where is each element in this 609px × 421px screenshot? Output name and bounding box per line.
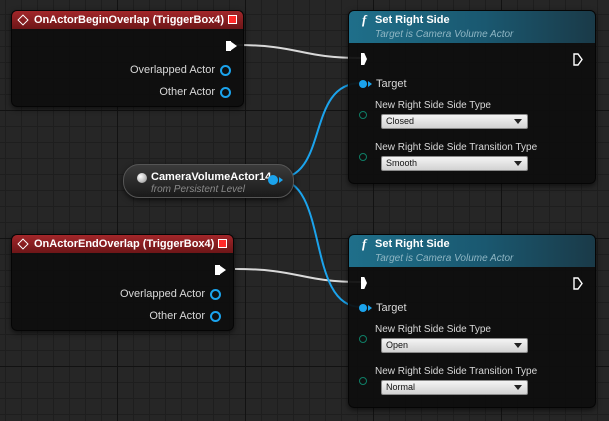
function-icon: f (362, 236, 367, 251)
exec-output-pin[interactable] (215, 265, 226, 275)
transition-type-pin[interactable] (359, 153, 367, 161)
function-icon: f (362, 12, 367, 27)
variable-node-camera-volume-actor[interactable]: CameraVolumeActor14 from Persistent Leve… (123, 164, 294, 198)
side-type-dropdown[interactable]: Closed (381, 114, 528, 129)
function-node-set-right-side-1[interactable]: f Set Right Side Target is Camera Volume… (348, 10, 596, 184)
exec-output-pin[interactable] (226, 41, 237, 51)
pin-label-other-actor: Other Actor (159, 86, 215, 98)
side-type-label: New Right Side Side Type (375, 324, 491, 335)
side-type-value: Open (386, 340, 409, 350)
exec-wire-end (234, 268, 362, 283)
pin-label-overlapped-actor: Overlapped Actor (130, 64, 215, 76)
overlapped-actor-pin[interactable] (220, 65, 231, 76)
function-title: Set Right Side (375, 238, 450, 250)
diamond-icon (17, 238, 29, 250)
chevron-down-icon (514, 385, 522, 390)
other-actor-pin[interactable] (220, 87, 231, 98)
transition-type-dropdown[interactable]: Normal (381, 380, 528, 395)
transition-type-value: Smooth (386, 158, 418, 168)
actor-reference-icon (137, 173, 147, 183)
function-header[interactable]: f Set Right Side Target is Camera Volume… (349, 235, 595, 267)
close-icon[interactable] (228, 15, 237, 24)
variable-subtitle: from Persistent Level (151, 184, 245, 195)
overlapped-actor-pin[interactable] (210, 289, 221, 300)
chevron-down-icon (514, 161, 522, 166)
function-subtitle: Target is Camera Volume Actor (375, 253, 514, 264)
target-label: Target (376, 302, 407, 314)
variable-output-pin[interactable] (268, 175, 283, 185)
close-icon[interactable] (218, 239, 227, 248)
other-actor-pin[interactable] (210, 311, 221, 322)
transition-type-label: New Right Side Side Transition Type (375, 142, 538, 153)
event-node-end-overlap[interactable]: OnActorEndOverlap (TriggerBox4) Overlapp… (11, 234, 234, 331)
event-node-begin-overlap[interactable]: OnActorBeginOverlap (TriggerBox4) Overla… (11, 10, 244, 107)
event-title: OnActorBeginOverlap (TriggerBox4) (34, 14, 225, 26)
function-node-set-right-side-2[interactable]: f Set Right Side Target is Camera Volume… (348, 234, 596, 408)
target-label: Target (376, 78, 407, 90)
exec-wire-begin (235, 44, 362, 59)
function-title: Set Right Side (375, 14, 450, 26)
event-title: OnActorEndOverlap (TriggerBox4) (34, 238, 215, 250)
exec-input-pin[interactable] (361, 277, 367, 289)
exec-output-pin[interactable] (573, 277, 583, 290)
exec-input-pin[interactable] (361, 53, 367, 65)
event-header[interactable]: OnActorEndOverlap (TriggerBox4) (12, 235, 233, 253)
variable-name: CameraVolumeActor14 (151, 171, 272, 183)
target-pin[interactable] (359, 80, 372, 88)
diamond-icon (17, 14, 29, 26)
chevron-down-icon (514, 343, 522, 348)
target-pin[interactable] (359, 304, 372, 312)
transition-type-label: New Right Side Side Transition Type (375, 366, 538, 377)
side-type-pin[interactable] (359, 335, 367, 343)
side-type-dropdown[interactable]: Open (381, 338, 528, 353)
side-type-value: Closed (386, 116, 415, 126)
side-type-label: New Right Side Side Type (375, 100, 491, 111)
transition-type-dropdown[interactable]: Smooth (381, 156, 528, 171)
transition-type-pin[interactable] (359, 377, 367, 385)
pin-label-overlapped-actor: Overlapped Actor (120, 288, 205, 300)
pin-label-other-actor: Other Actor (149, 310, 205, 322)
event-header[interactable]: OnActorBeginOverlap (TriggerBox4) (12, 11, 243, 29)
transition-type-value: Normal (386, 382, 416, 392)
side-type-pin[interactable] (359, 111, 367, 119)
function-header[interactable]: f Set Right Side Target is Camera Volume… (349, 11, 595, 43)
function-subtitle: Target is Camera Volume Actor (375, 29, 514, 40)
chevron-down-icon (514, 119, 522, 124)
exec-output-pin[interactable] (573, 53, 583, 66)
